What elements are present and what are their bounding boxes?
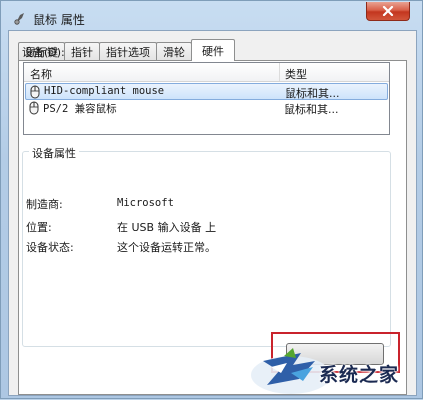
watermark-text: 系统之家	[319, 364, 400, 386]
tab-hardware[interactable]: 硬件	[191, 39, 235, 61]
tab-label: 硬件	[202, 44, 224, 58]
mouse-properties-window: 鼠标 属性 鼠标键 指针 指针选项 滑轮 硬件 设备(D): 名称 类型 HID…	[0, 0, 423, 399]
